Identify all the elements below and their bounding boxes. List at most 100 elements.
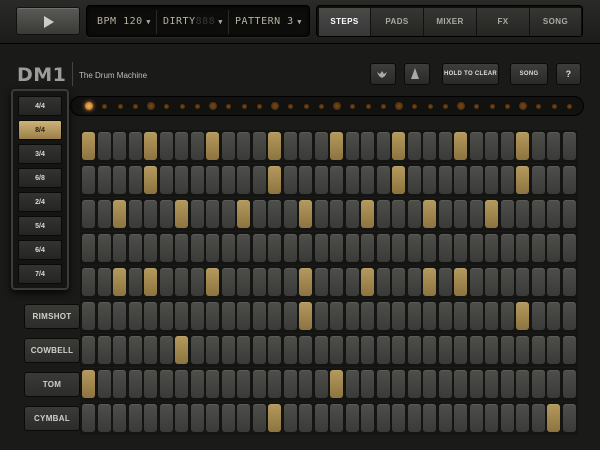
step-button[interactable] [469,370,483,398]
step-button[interactable] [361,166,374,194]
step-button[interactable] [547,302,560,330]
step-button[interactable] [392,166,405,194]
step-button[interactable] [97,166,111,194]
step-button[interactable] [485,370,498,398]
step-button[interactable] [175,200,188,228]
step-button[interactable] [314,370,328,398]
step-button[interactable] [392,268,405,296]
step-button[interactable] [97,132,111,160]
step-button[interactable] [128,132,142,160]
step-button[interactable] [237,166,250,194]
step-button[interactable] [283,200,297,228]
step-button[interactable] [516,302,529,330]
step-button[interactable] [221,336,235,364]
step-button[interactable] [82,234,95,262]
step-button[interactable] [314,166,328,194]
tab-steps[interactable]: STEPS [319,8,371,36]
step-button[interactable] [361,234,374,262]
step-button[interactable] [454,302,467,330]
step-button[interactable] [237,370,250,398]
step-button[interactable] [392,132,405,160]
step-button[interactable] [314,234,328,262]
step-button[interactable] [128,370,142,398]
step-button[interactable] [547,370,560,398]
step-button[interactable] [423,370,436,398]
step-button[interactable] [547,200,560,228]
step-button[interactable] [299,336,312,364]
song-button[interactable]: SONG [510,63,548,85]
step-button[interactable] [361,302,374,330]
step-button[interactable] [128,404,142,432]
step-button[interactable] [407,200,421,228]
step-button[interactable] [175,302,188,330]
step-button[interactable] [283,302,297,330]
step-button[interactable] [562,336,576,364]
step-button[interactable] [562,132,576,160]
step-button[interactable] [283,234,297,262]
step-button[interactable] [82,200,95,228]
step-button[interactable] [314,132,328,160]
step-button[interactable] [438,200,452,228]
step-button[interactable] [531,132,545,160]
step-button[interactable] [144,132,157,160]
step-button[interactable] [562,370,576,398]
step-button[interactable] [299,234,312,262]
step-button[interactable] [97,234,111,262]
step-button[interactable] [252,404,266,432]
step-button[interactable] [190,404,204,432]
step-button[interactable] [376,132,390,160]
step-button[interactable] [159,404,173,432]
step-button[interactable] [392,404,405,432]
step-button[interactable] [423,302,436,330]
step-button[interactable] [376,268,390,296]
step-button[interactable] [407,336,421,364]
step-button[interactable] [159,200,173,228]
step-button[interactable] [407,302,421,330]
step-button[interactable] [144,404,157,432]
step-button[interactable] [221,404,235,432]
step-button[interactable] [159,268,173,296]
step-button[interactable] [190,132,204,160]
step-button[interactable] [330,234,343,262]
step-button[interactable] [299,268,312,296]
step-button[interactable] [175,132,188,160]
step-button[interactable] [82,404,95,432]
step-button[interactable] [159,132,173,160]
bpm-display[interactable]: BPM 120 ▼ [91,10,157,34]
step-button[interactable] [516,336,529,364]
step-button[interactable] [175,370,188,398]
step-button[interactable] [113,268,126,296]
step-button[interactable] [485,132,498,160]
step-button[interactable] [283,132,297,160]
step-button[interactable] [206,234,219,262]
step-button[interactable] [345,268,359,296]
step-button[interactable] [562,268,576,296]
step-button[interactable] [438,370,452,398]
step-button[interactable] [97,200,111,228]
step-button[interactable] [454,268,467,296]
step-button[interactable] [469,132,483,160]
step-button[interactable] [221,166,235,194]
step-button[interactable] [407,370,421,398]
step-button[interactable] [299,166,312,194]
step-button[interactable] [237,336,250,364]
step-button[interactable] [407,132,421,160]
step-button[interactable] [97,336,111,364]
step-button[interactable] [252,370,266,398]
time-signature-option[interactable]: 5/4 [18,216,62,236]
step-button[interactable] [516,370,529,398]
step-button[interactable] [283,336,297,364]
step-button[interactable] [485,404,498,432]
step-button[interactable] [314,404,328,432]
step-button[interactable] [330,268,343,296]
step-button[interactable] [438,132,452,160]
step-button[interactable] [314,268,328,296]
step-button[interactable] [237,200,250,228]
step-button[interactable] [144,166,157,194]
step-button[interactable] [252,268,266,296]
kit-display[interactable]: DIRTY888 ▼ [157,10,229,34]
step-button[interactable] [345,336,359,364]
step-button[interactable] [206,370,219,398]
step-button[interactable] [128,200,142,228]
step-button[interactable] [97,370,111,398]
